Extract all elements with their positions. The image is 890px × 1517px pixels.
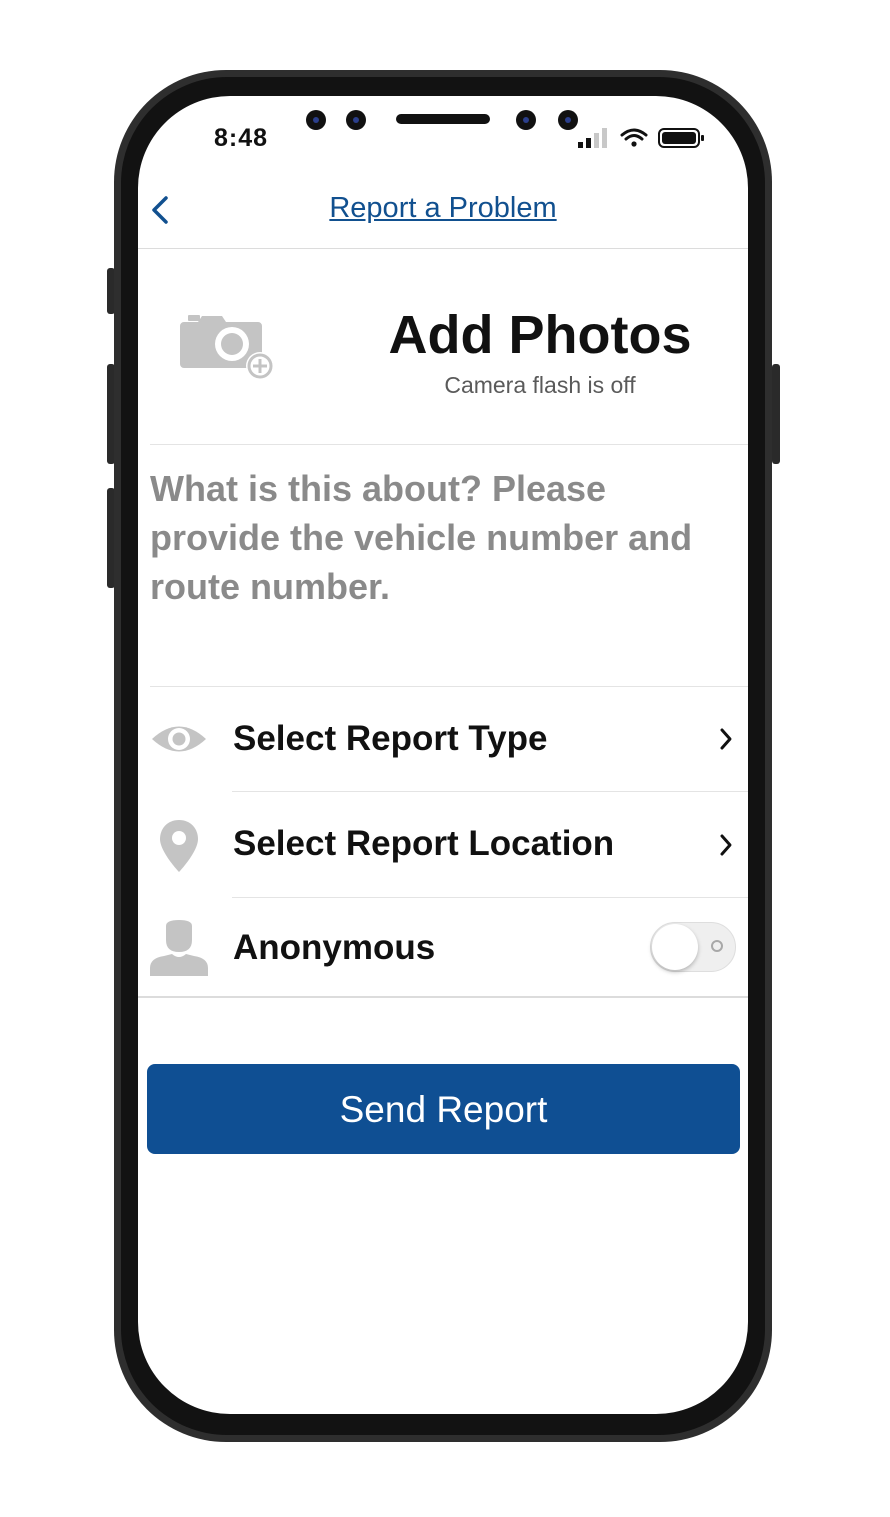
nav-bar: Report a Problem bbox=[138, 178, 748, 249]
toggle-off-indicator-icon bbox=[711, 940, 723, 952]
select-report-location-row[interactable]: Select Report Location bbox=[138, 792, 748, 898]
sensor-icon bbox=[306, 110, 326, 130]
person-icon bbox=[150, 920, 208, 976]
toggle-knob bbox=[652, 924, 698, 970]
description-placeholder: What is this about? Please provide the v… bbox=[150, 468, 693, 607]
battery-icon bbox=[658, 128, 704, 148]
status-time: 8:48 bbox=[214, 124, 269, 152]
send-report-button[interactable]: Send Report bbox=[147, 1064, 740, 1154]
select-report-type-label: Select Report Type bbox=[233, 719, 548, 758]
status-icons bbox=[578, 128, 704, 148]
description-field[interactable]: What is this about? Please provide the v… bbox=[150, 444, 748, 687]
add-photos-row[interactable]: Add Photos Camera flash is off bbox=[150, 248, 748, 445]
add-photos-title: Add Photos bbox=[388, 305, 692, 365]
chevron-right-icon bbox=[720, 834, 732, 856]
select-report-type-row[interactable]: Select Report Type bbox=[138, 686, 748, 792]
list-divider bbox=[138, 996, 748, 998]
earpiece-speaker bbox=[396, 114, 490, 124]
camera-add-icon[interactable] bbox=[178, 312, 278, 384]
anonymous-toggle[interactable] bbox=[650, 922, 736, 972]
select-report-location-label: Select Report Location bbox=[233, 824, 615, 863]
location-pin-icon bbox=[160, 820, 198, 872]
cellular-signal-icon bbox=[578, 128, 607, 148]
power-button bbox=[772, 364, 780, 464]
anonymous-row: Anonymous bbox=[138, 898, 748, 996]
app-screen: 8:48 Report a Problem Add Photos Camera … bbox=[138, 96, 748, 1414]
wifi-icon bbox=[620, 128, 648, 147]
chevron-right-icon bbox=[720, 728, 732, 750]
sensor-icon bbox=[516, 110, 536, 130]
sensor-icon bbox=[558, 110, 578, 130]
eye-icon bbox=[152, 726, 206, 752]
anonymous-label: Anonymous bbox=[233, 928, 436, 967]
front-camera-icon bbox=[346, 110, 366, 130]
camera-flash-status: Camera flash is off bbox=[444, 372, 636, 398]
page-title: Report a Problem bbox=[329, 192, 557, 224]
